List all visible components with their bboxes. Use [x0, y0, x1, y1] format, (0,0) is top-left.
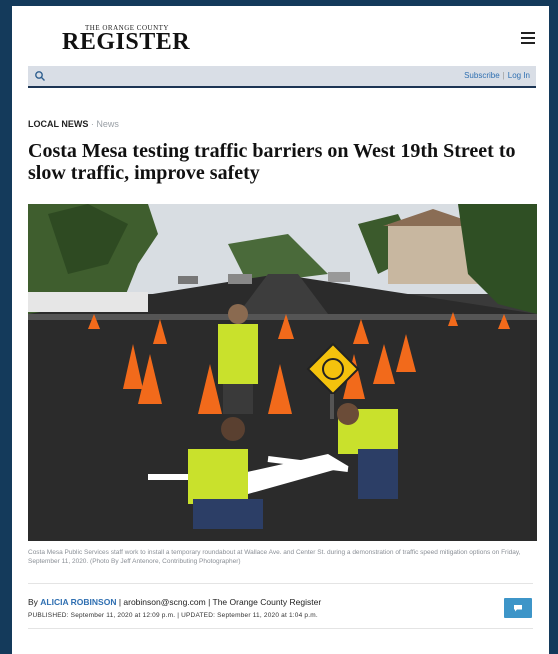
- divider-bottom: [28, 628, 533, 629]
- hamburger-icon[interactable]: [521, 32, 535, 44]
- comment-button[interactable]: [504, 598, 532, 618]
- byline: By ALICIA ROBINSON | arobinson@scng.com …: [28, 597, 321, 607]
- section-link[interactable]: LOCAL NEWS: [28, 119, 88, 129]
- logo-main-text: REGISTER: [62, 29, 191, 55]
- search-bar: Subscribe | Log In: [28, 66, 536, 88]
- author-link[interactable]: ALICIA ROBINSON: [40, 597, 116, 607]
- section-breadcrumb: LOCAL NEWS · News: [28, 119, 119, 129]
- article-page: THE ORANGE COUNTY REGISTER Subscribe | Log…: [12, 6, 549, 654]
- dateline: PUBLISHED: September 11, 2020 at 12:09 p…: [28, 612, 318, 619]
- photo-caption: Costa Mesa Public Services staff work to…: [28, 549, 521, 565]
- byline-prefix: By: [28, 597, 41, 607]
- comment-icon: [514, 605, 522, 612]
- subsection-link[interactable]: News: [96, 119, 119, 129]
- login-link[interactable]: Log In: [508, 71, 530, 80]
- article-photo: [28, 204, 537, 541]
- toolbar-separator: |: [502, 71, 505, 80]
- masthead: THE ORANGE COUNTY REGISTER: [12, 6, 549, 64]
- divider: [28, 583, 533, 584]
- subscribe-link[interactable]: Subscribe: [464, 71, 500, 80]
- byline-details: | arobinson@scng.com | The Orange County…: [116, 597, 322, 607]
- register-logo[interactable]: THE ORANGE COUNTY REGISTER: [62, 24, 192, 55]
- article-headline: Costa Mesa testing traffic barriers on W…: [28, 140, 516, 184]
- account-links: Subscribe | Log In: [464, 71, 530, 80]
- search-icon[interactable]: [34, 70, 46, 82]
